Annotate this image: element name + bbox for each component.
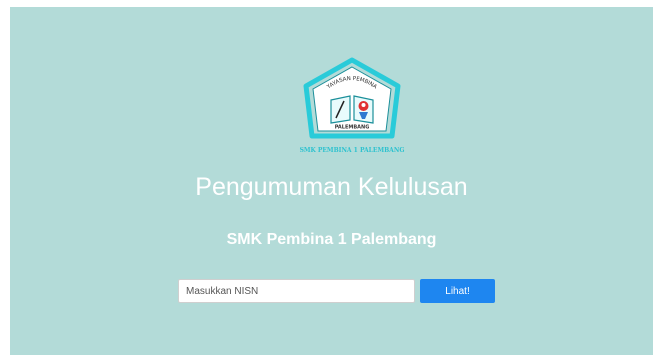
school-logo: YAYASAN PEMBINA PALEMBANG SMK PEMBINA 1 … [300,57,405,154]
logo-caption: SMK PEMBINA 1 PALEMBANG [300,147,405,154]
logo-city-text: PALEMBANG [335,125,370,131]
page-title: Pengumuman Kelulusan [195,173,468,201]
school-name: SMK Pembina 1 Palembang [226,231,437,248]
lihat-button[interactable]: Lihat! [420,279,495,303]
nisn-input[interactable] [178,279,415,303]
